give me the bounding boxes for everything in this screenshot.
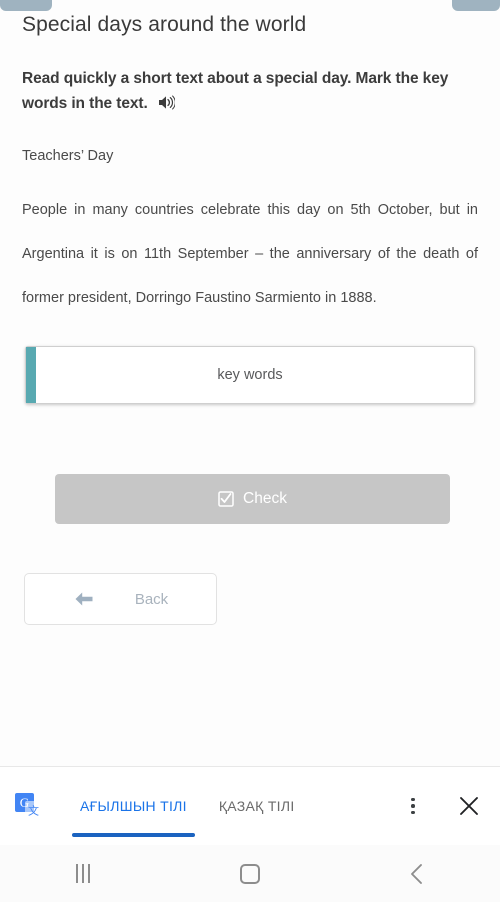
key-words-placeholder: key words <box>217 367 283 383</box>
android-nav-bar <box>0 845 500 902</box>
recents-bar <box>82 864 85 883</box>
top-right-chip <box>452 0 500 11</box>
lesson-page: Special days around the world Read quick… <box>0 0 500 766</box>
checkbox-checked-icon <box>218 491 234 507</box>
google-translate-icon: G 文 <box>14 791 44 821</box>
translate-tab-kazakh[interactable]: ҚАЗАҚ ТІЛІ <box>219 767 295 846</box>
input-accent-bar <box>26 347 36 403</box>
translate-tab-english[interactable]: АҒЫЛШЫН ТІЛІ <box>72 767 195 846</box>
text-body: People in many countries celebrate this … <box>22 202 478 306</box>
check-button[interactable]: Check <box>55 474 450 524</box>
speaker-icon[interactable] <box>158 93 176 118</box>
back-chevron-icon[interactable] <box>333 863 500 885</box>
answer-row: key words <box>22 346 478 404</box>
check-button-label: Check <box>243 490 287 507</box>
recents-bars <box>76 864 91 883</box>
back-button-label: Back <box>134 590 169 608</box>
home-icon[interactable] <box>167 863 334 884</box>
recents-bar <box>76 864 79 883</box>
menu-dot <box>411 797 415 802</box>
overflow-menu-icon[interactable] <box>400 793 426 819</box>
back-button[interactable]: Back <box>24 573 217 625</box>
instruction-text: Read quickly a short text about a specia… <box>22 66 478 118</box>
translate-tab-english-label: АҒЫЛШЫН ТІЛІ <box>80 798 187 814</box>
recents-icon[interactable] <box>0 864 167 883</box>
page-title: Special days around the world <box>22 13 307 36</box>
google-translate-bar: G 文 АҒЫЛШЫН ТІЛІ ҚАЗАҚ ТІЛІ <box>0 766 500 845</box>
home-square <box>240 863 260 884</box>
arrow-left-icon <box>73 591 95 607</box>
close-icon[interactable] <box>458 795 480 817</box>
translate-tab-kazakh-label: ҚАЗАҚ ТІЛІ <box>218 798 295 814</box>
text-heading: Teachers’ Day <box>22 148 114 164</box>
key-words-input[interactable]: key words <box>25 346 475 404</box>
menu-dot <box>411 810 415 815</box>
recents-bar <box>88 864 91 883</box>
svg-text:文: 文 <box>28 804 39 818</box>
menu-dot <box>411 804 415 808</box>
instruction-label: Read quickly a short text about a specia… <box>22 70 449 112</box>
top-left-chip <box>0 0 52 11</box>
